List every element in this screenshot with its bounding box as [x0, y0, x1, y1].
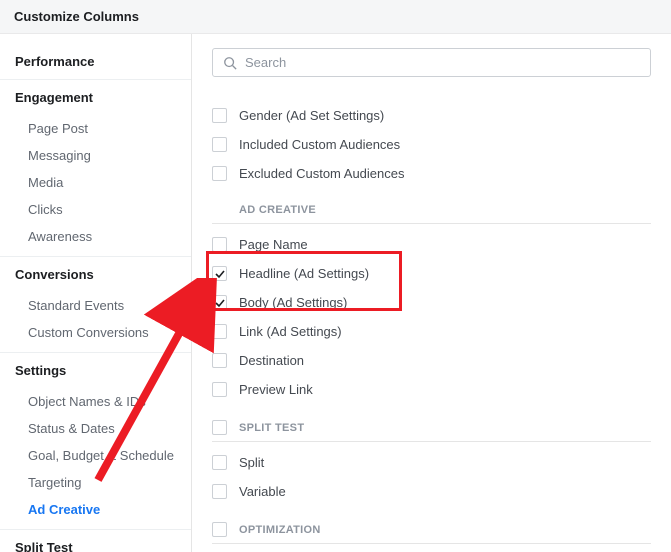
- section-header-split-test[interactable]: SPLIT TEST: [212, 414, 651, 442]
- sidebar-item-status-dates[interactable]: Status & Dates: [0, 415, 191, 442]
- search-field-wrap[interactable]: [212, 48, 651, 77]
- option-label: Destination: [239, 353, 304, 368]
- option-label: Split: [239, 455, 264, 470]
- option-headline[interactable]: Headline (Ad Settings): [212, 259, 651, 288]
- option-gender[interactable]: Gender (Ad Set Settings): [212, 101, 651, 130]
- checkbox-unchecked[interactable]: [212, 166, 227, 181]
- checkbox-unchecked[interactable]: [212, 137, 227, 152]
- option-label: Gender (Ad Set Settings): [239, 108, 384, 123]
- sidebar-item-awareness[interactable]: Awareness: [0, 223, 191, 250]
- option-label: Body (Ad Settings): [239, 295, 347, 310]
- section-label: AD CREATIVE: [239, 204, 316, 216]
- section-checkbox[interactable]: [212, 522, 227, 537]
- checkbox-checked[interactable]: [212, 266, 227, 281]
- sidebar-item-object-names[interactable]: Object Names & IDs: [0, 388, 191, 415]
- sidebar-group-engagement: Engagement Page Post Messaging Media Cli…: [0, 80, 191, 257]
- checkbox-checked[interactable]: [212, 295, 227, 310]
- sidebar-item-page-post[interactable]: Page Post: [0, 115, 191, 142]
- option-variable[interactable]: Variable: [212, 477, 651, 506]
- option-included-audiences[interactable]: Included Custom Audiences: [212, 130, 651, 159]
- section-header-ad-creative[interactable]: AD CREATIVE: [212, 196, 651, 224]
- option-body[interactable]: Body (Ad Settings): [212, 288, 651, 317]
- sidebar-group-settings: Settings Object Names & IDs Status & Dat…: [0, 353, 191, 530]
- main-panel: Gender (Ad Set Settings) Included Custom…: [192, 34, 671, 552]
- checkbox-unchecked[interactable]: [212, 455, 227, 470]
- dialog-title: Customize Columns: [14, 9, 139, 24]
- checkbox-unchecked[interactable]: [212, 353, 227, 368]
- section-label: SPLIT TEST: [239, 422, 304, 434]
- sidebar-item-goal-budget[interactable]: Goal, Budget & Schedule: [0, 442, 191, 469]
- sidebar-item-custom-conversions[interactable]: Custom Conversions: [0, 319, 191, 346]
- section-label: OPTIMIZATION: [239, 524, 321, 536]
- option-excluded-audiences[interactable]: Excluded Custom Audiences: [212, 159, 651, 188]
- option-label: Headline (Ad Settings): [239, 266, 369, 281]
- sidebar-item-clicks[interactable]: Clicks: [0, 196, 191, 223]
- sidebar-item-conversions[interactable]: Conversions: [0, 257, 191, 292]
- sidebar-item-split-test[interactable]: Split Test: [0, 530, 191, 552]
- sidebar-item-targeting[interactable]: Targeting: [0, 469, 191, 496]
- dialog-header: Customize Columns: [0, 0, 671, 34]
- option-page-name[interactable]: Page Name: [212, 230, 651, 259]
- sidebar-item-messaging[interactable]: Messaging: [0, 142, 191, 169]
- sidebar-item-performance[interactable]: Performance: [0, 44, 191, 80]
- checkbox-unchecked[interactable]: [212, 324, 227, 339]
- option-label: Included Custom Audiences: [239, 137, 400, 152]
- checkbox-unchecked[interactable]: [212, 484, 227, 499]
- option-split[interactable]: Split: [212, 448, 651, 477]
- option-label: Preview Link: [239, 382, 313, 397]
- sidebar-group-conversions: Conversions Standard Events Custom Conve…: [0, 257, 191, 353]
- option-preview-link[interactable]: Preview Link: [212, 375, 651, 404]
- sidebar-item-standard-events[interactable]: Standard Events: [0, 292, 191, 319]
- dialog-body: Performance Engagement Page Post Messagi…: [0, 34, 671, 552]
- sidebar-item-ad-creative[interactable]: Ad Creative: [0, 496, 191, 523]
- checkbox-unchecked[interactable]: [212, 108, 227, 123]
- search-icon: [223, 56, 237, 70]
- checkbox-unchecked[interactable]: [212, 382, 227, 397]
- option-label: Excluded Custom Audiences: [239, 166, 404, 181]
- sidebar: Performance Engagement Page Post Messagi…: [0, 34, 192, 552]
- section-header-optimization[interactable]: OPTIMIZATION: [212, 516, 651, 544]
- search-input[interactable]: [245, 55, 640, 70]
- option-label: Variable: [239, 484, 286, 499]
- sidebar-item-engagement[interactable]: Engagement: [0, 80, 191, 115]
- option-label: Page Name: [239, 237, 308, 252]
- sidebar-item-media[interactable]: Media: [0, 169, 191, 196]
- option-destination[interactable]: Destination: [212, 346, 651, 375]
- sidebar-item-settings[interactable]: Settings: [0, 353, 191, 388]
- option-link[interactable]: Link (Ad Settings): [212, 317, 651, 346]
- checkbox-unchecked[interactable]: [212, 237, 227, 252]
- option-label: Link (Ad Settings): [239, 324, 342, 339]
- section-checkbox[interactable]: [212, 420, 227, 435]
